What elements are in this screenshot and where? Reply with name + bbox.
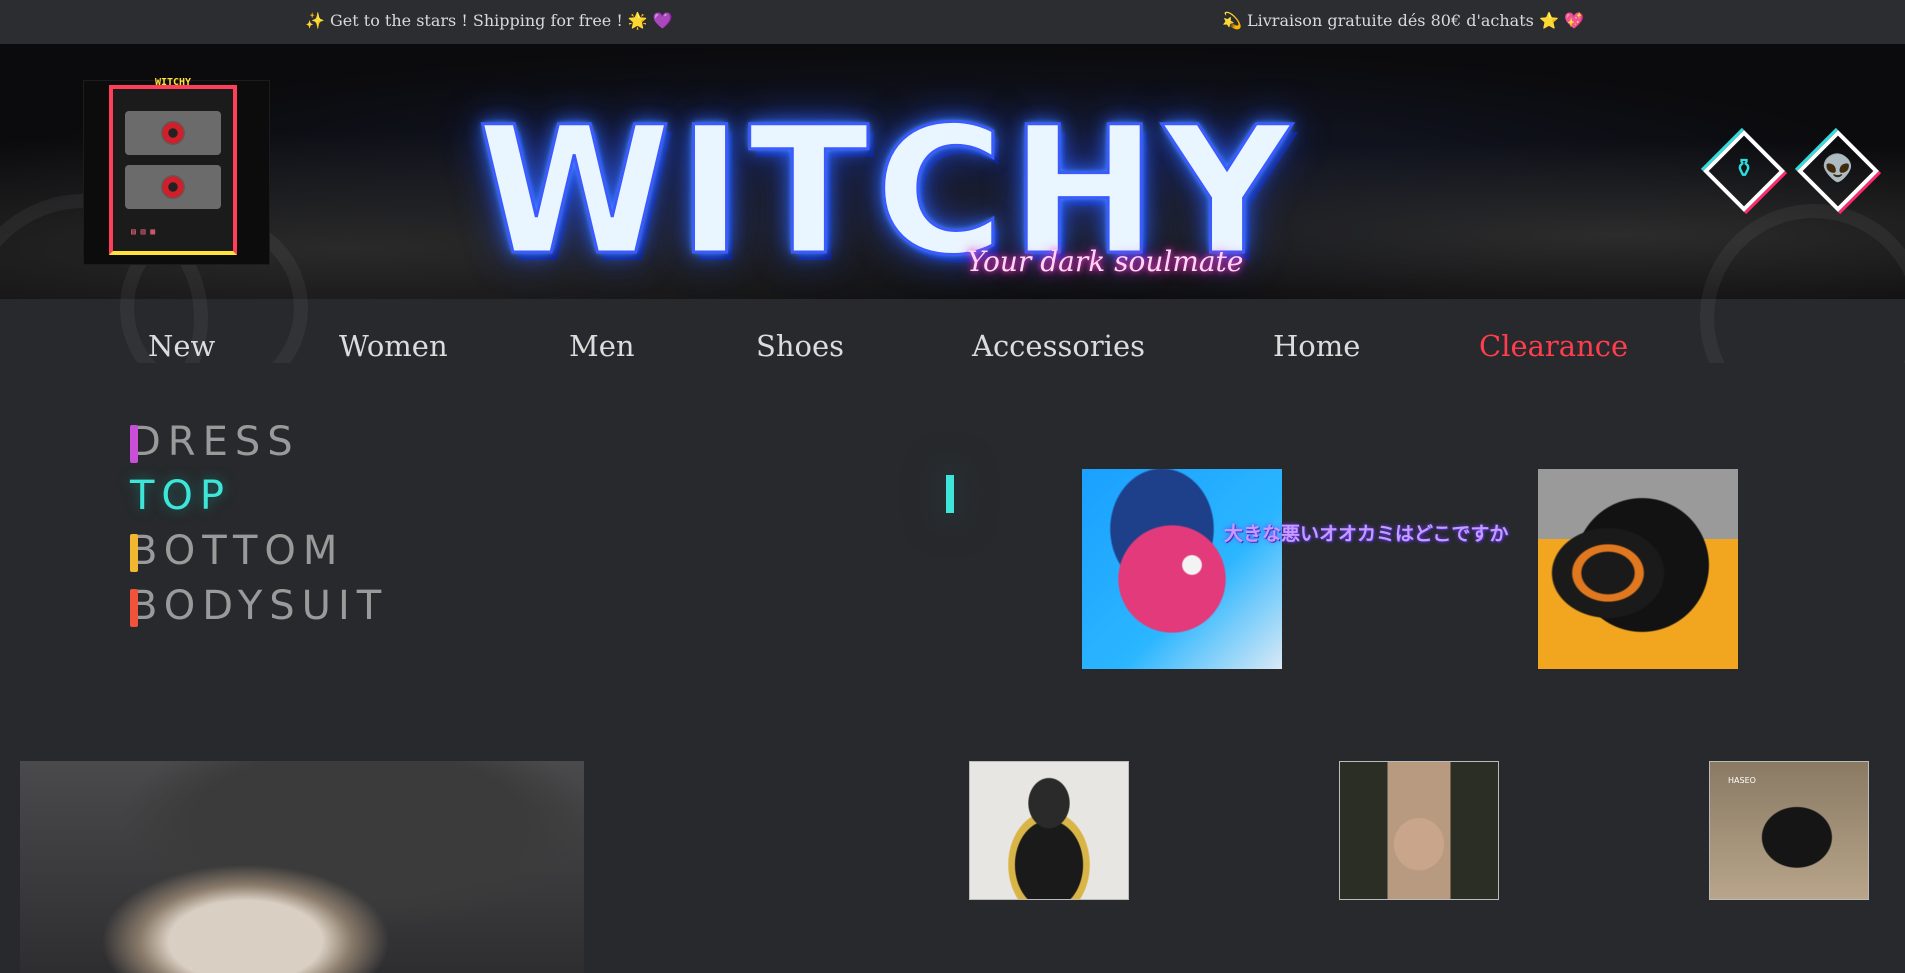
logo-caption: ▤ ▥ ▦ [131, 227, 156, 236]
category-marker [130, 534, 138, 572]
product-thumbnail[interactable]: HASEO [1709, 761, 1869, 900]
nav-item-accessories[interactable]: Accessories [972, 329, 1145, 363]
logo-art: WITCHY ▤ ▥ ▦ [109, 77, 237, 255]
nav-item-men[interactable]: Men [569, 329, 635, 363]
brand-tagline: Your dark soulmate [967, 245, 1244, 278]
header-banner: WITCHY ▤ ▥ ▦ WITCHY Your dark soulmate ⚱… [0, 44, 1905, 442]
eye-icon [125, 165, 221, 209]
nav-item-home[interactable]: Home [1273, 329, 1360, 363]
product-thumbnail[interactable] [1339, 761, 1499, 900]
announcement-left: ✨ Get to the stars ! Shipping for free !… [305, 11, 673, 30]
hero-image-skull[interactable] [20, 761, 584, 973]
announcement-right: 💫 Livraison gratuite dés 80€ d'achats ⭐ … [1222, 11, 1584, 30]
announcement-bar: ✨ Get to the stars ! Shipping for free !… [0, 0, 1905, 45]
promo-image-helmet[interactable] [1538, 469, 1738, 669]
category-label: BODYSUIT [130, 583, 389, 629]
promo-image-wolf[interactable] [1082, 469, 1282, 669]
nav-item-new[interactable]: New [148, 329, 215, 363]
category-marker [130, 425, 138, 463]
text-cursor [946, 475, 954, 513]
main-nav: New Women Men Shoes Accessories Home Cle… [0, 299, 1905, 363]
store-logo[interactable]: WITCHY ▤ ▥ ▦ [83, 77, 270, 265]
nav-item-shoes[interactable]: Shoes [756, 329, 844, 363]
category-bottom[interactable]: BOTTOM [130, 528, 344, 574]
alien-icon[interactable]: 👽 [1796, 129, 1880, 213]
nav-item-clearance[interactable]: Clearance [1479, 329, 1628, 363]
category-label: DRESS [130, 419, 300, 465]
cauldron-icon[interactable]: ⚱ [1702, 129, 1786, 213]
eye-icon [125, 111, 221, 155]
alien-glyph: 👽 [1821, 154, 1855, 184]
category-label: BOTTOM [130, 528, 345, 574]
thumbnail-label: HASEO [1728, 776, 1756, 785]
category-dress[interactable]: DRESS [130, 419, 300, 465]
category-top[interactable]: TOP [130, 473, 231, 519]
logo-title: WITCHY [154, 77, 192, 88]
category-label: TOP [130, 473, 232, 519]
product-thumbnail[interactable] [969, 761, 1129, 900]
cauldron-glyph: ⚱ [1733, 154, 1755, 184]
category-bodysuit[interactable]: BODYSUIT [130, 583, 388, 629]
category-marker [130, 589, 138, 627]
promo-caption: 大きな悪いオオカミはどこですか [1224, 523, 1509, 545]
nav-item-women[interactable]: Women [339, 329, 448, 363]
mega-menu: DRESS TOP BOTTOM BODYSUIT 大きな悪いオオカミはどこです… [0, 363, 1905, 761]
